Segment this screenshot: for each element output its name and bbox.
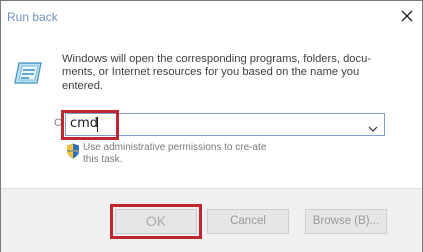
admin-permissions-note: Use administrative permissions to cre-at…	[83, 142, 267, 165]
description-text: Windows will open the corresponding prog…	[62, 53, 372, 92]
window-title: Run back	[7, 10, 58, 24]
close-icon	[401, 10, 413, 22]
browse-button[interactable]: Browse (B)...	[305, 209, 387, 234]
run-dialog: Run back Windows will open the correspon…	[0, 0, 423, 252]
title-bar: Run back	[1, 1, 422, 33]
input-highlight-box	[61, 110, 119, 140]
cancel-button[interactable]: Cancel	[207, 209, 289, 234]
button-bar: OK Cancel Browse (B)...	[1, 188, 422, 252]
shield-icon	[66, 143, 80, 159]
ok-highlight-box	[110, 204, 202, 239]
content-area: Windows will open the corresponding prog…	[1, 33, 422, 188]
close-button[interactable]	[398, 7, 416, 25]
chevron-down-icon[interactable]	[368, 120, 378, 132]
run-icon	[13, 57, 45, 89]
